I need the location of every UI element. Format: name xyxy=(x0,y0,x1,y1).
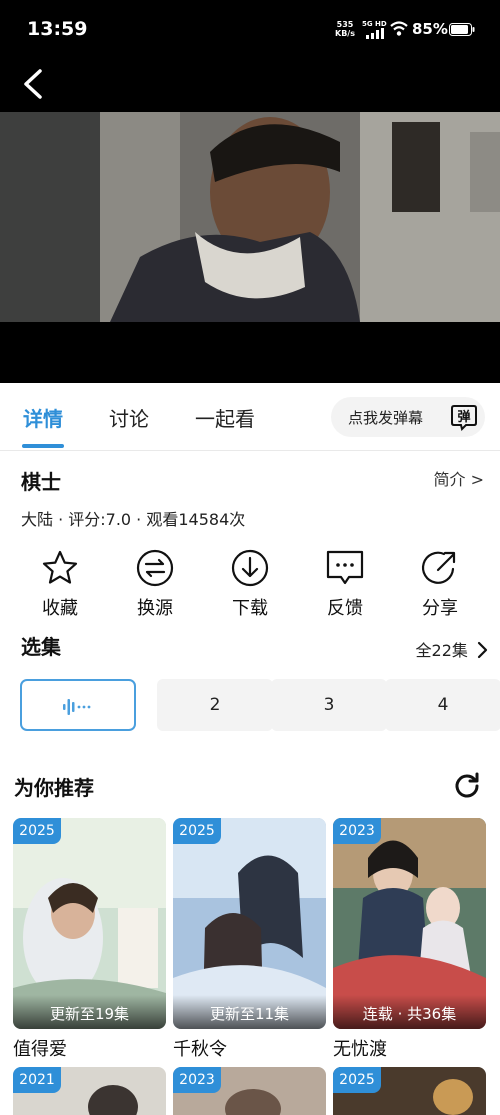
episodes-title: 选集 xyxy=(21,635,61,659)
show-title: 棋士 xyxy=(21,470,61,494)
poster: 2023 连载 · 共36集 xyxy=(333,818,486,1029)
show-meta: 大陆 · 评分:7.0 · 观看14584次 xyxy=(21,510,246,529)
recommend-card[interactable]: 2025 xyxy=(333,1067,486,1115)
feedback-label: 反馈 xyxy=(327,598,363,619)
year-badge: 2021 xyxy=(13,1067,61,1093)
recommend-card[interactable]: 2025 更新至11集 千秋令 xyxy=(173,818,326,1061)
video-frame[interactable] xyxy=(0,112,500,322)
battery-icon xyxy=(449,23,475,36)
share-button[interactable]: 分享 xyxy=(410,548,470,619)
recommend-card[interactable]: 2021 xyxy=(13,1067,166,1115)
net-speed-unit: KB/s xyxy=(335,29,355,38)
net-speed: 535 KB/s xyxy=(335,20,355,38)
card-title: 千秋令 xyxy=(173,1039,227,1060)
episode-item[interactable]: 3 xyxy=(271,679,387,731)
update-status: 更新至11集 xyxy=(173,995,326,1029)
download-icon xyxy=(231,549,269,587)
poster: 2025 更新至19集 xyxy=(13,818,166,1029)
update-status: 更新至19集 xyxy=(13,995,166,1029)
favorite-label: 收藏 xyxy=(42,598,78,619)
card-title: 值得爱 xyxy=(13,1039,67,1060)
poster: 2021 xyxy=(13,1067,166,1115)
refresh-icon[interactable] xyxy=(453,771,481,799)
danmu-icon: 弹 xyxy=(451,405,477,431)
net-speed-value: 535 xyxy=(336,20,354,29)
card-title: 无忧渡 xyxy=(333,1039,387,1060)
clock: 13:59 xyxy=(27,18,88,40)
download-button[interactable]: 下载 xyxy=(220,548,280,619)
poster: 2025 xyxy=(333,1067,486,1115)
year-badge: 2025 xyxy=(173,818,221,844)
poster: 2025 更新至11集 xyxy=(173,818,326,1029)
episode-item[interactable]: 2 xyxy=(157,679,273,731)
active-tab-indicator xyxy=(22,444,64,448)
status-bar: 13:59 535 KB/s 5G HD 85% xyxy=(0,0,500,60)
episode-item[interactable]: 4 xyxy=(385,679,500,731)
recommend-card[interactable]: 2023 xyxy=(173,1067,326,1115)
send-danmu-button[interactable]: 点我发弹幕 弹 xyxy=(331,397,485,437)
battery-percent: 85% xyxy=(412,20,448,38)
switch-source-button[interactable]: 换源 xyxy=(125,548,185,619)
tab-discussion[interactable]: 讨论 xyxy=(109,403,149,432)
star-icon xyxy=(42,550,78,584)
download-label: 下载 xyxy=(232,598,268,619)
recommend-card[interactable]: 2025 更新至19集 值得爱 xyxy=(13,818,166,1061)
send-danmu-label: 点我发弹幕 xyxy=(348,409,424,427)
poster: 2023 xyxy=(173,1067,326,1115)
share-label: 分享 xyxy=(422,598,458,619)
recommend-title: 为你推荐 xyxy=(14,776,94,800)
divider xyxy=(0,450,500,451)
switch-source-icon xyxy=(136,549,174,587)
danmu-icon-text: 弹 xyxy=(457,409,470,425)
switch-source-label: 换源 xyxy=(137,598,173,619)
intro-link[interactable]: 简介 > xyxy=(434,466,485,490)
all-episodes-link[interactable]: 全22集 xyxy=(416,637,488,661)
episode-item[interactable] xyxy=(20,679,136,731)
chevron-right-icon xyxy=(477,641,488,659)
tab-watch-together[interactable]: 一起看 xyxy=(195,403,255,432)
year-badge: 2025 xyxy=(333,1067,381,1093)
year-badge: 2023 xyxy=(173,1067,221,1093)
signal-icon xyxy=(366,28,384,39)
share-icon xyxy=(422,551,456,584)
wifi-icon xyxy=(390,21,408,36)
signal-type: 5G HD xyxy=(362,20,387,28)
now-playing-icon xyxy=(63,699,91,715)
update-status: 连载 · 共36集 xyxy=(333,995,486,1029)
recommend-card[interactable]: 2023 连载 · 共36集 无忧渡 xyxy=(333,818,486,1061)
feedback-button[interactable]: 反馈 xyxy=(315,548,375,619)
back-arrow-icon[interactable] xyxy=(18,66,48,102)
year-badge: 2023 xyxy=(333,818,381,844)
tab-details[interactable]: 详情 xyxy=(23,403,63,432)
detail-tabs: 详情 讨论 一起看 点我发弹幕 弹 xyxy=(0,383,500,451)
year-badge: 2025 xyxy=(13,818,61,844)
favorite-button[interactable]: 收藏 xyxy=(30,548,90,619)
feedback-icon xyxy=(326,550,364,585)
all-episodes-label: 全22集 xyxy=(415,641,468,660)
